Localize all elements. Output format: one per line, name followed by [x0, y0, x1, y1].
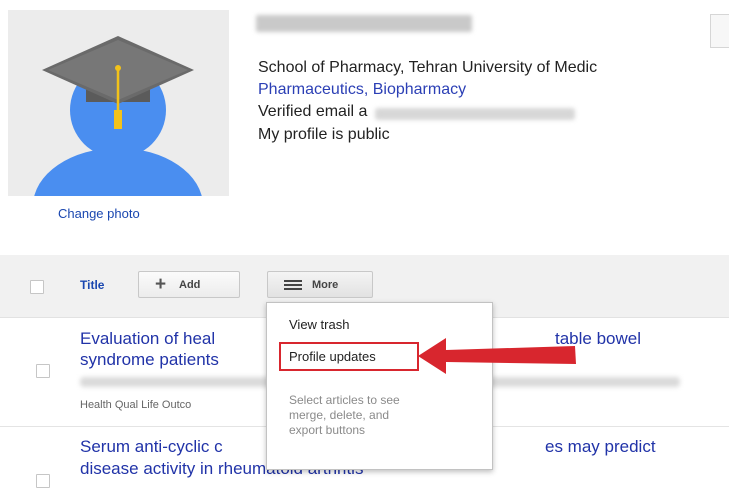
graduate-avatar-icon	[34, 36, 202, 196]
article-title-link[interactable]: es may predict	[545, 436, 656, 457]
add-button[interactable]: + Add	[138, 271, 240, 298]
article-checkbox[interactable]	[36, 474, 50, 488]
article-title-link[interactable]: Serum anti-cyclic c	[80, 436, 223, 457]
menu-note-line: export buttons	[289, 423, 366, 437]
profile-photo	[8, 10, 229, 196]
add-button-label: Add	[179, 279, 201, 291]
plus-icon: +	[155, 274, 167, 295]
red-arrow-icon	[418, 338, 576, 374]
email-redacted	[375, 108, 575, 120]
menu-icon	[284, 280, 302, 290]
profile-name-redacted	[256, 15, 472, 32]
more-button[interactable]: More	[267, 271, 373, 298]
menu-note-line: merge, delete, and	[289, 408, 390, 422]
article-checkbox[interactable]	[36, 364, 50, 378]
article-title-link[interactable]: syndrome patients	[80, 349, 219, 370]
article-title-link[interactable]: Evaluation of heal	[80, 328, 215, 349]
edit-button[interactable]	[710, 14, 729, 48]
profile-visibility: My profile is public	[258, 126, 390, 143]
profile-verified-email: Verified email a	[258, 103, 368, 120]
menu-item-view-trash[interactable]: View trash	[289, 317, 349, 332]
article-journal: Health Qual Life Outco	[80, 399, 192, 411]
profile-affiliation: School of Pharmacy, Tehran University of…	[258, 59, 598, 76]
more-button-label: More	[312, 279, 339, 291]
title-column-header[interactable]: Title	[80, 278, 104, 292]
select-all-checkbox[interactable]	[30, 280, 44, 294]
menu-item-profile-updates[interactable]: Profile updates	[289, 349, 376, 364]
change-photo-link[interactable]: Change photo	[58, 206, 140, 221]
menu-note-line: Select articles to see	[289, 393, 400, 407]
profile-interests-link[interactable]: Pharmaceutics, Biopharmacy	[258, 80, 466, 100]
